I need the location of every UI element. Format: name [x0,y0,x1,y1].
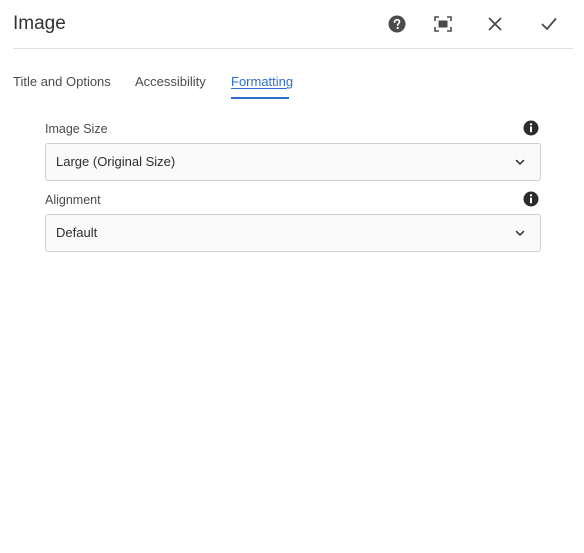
alignment-label: Alignment [45,193,101,207]
alignment-value: Default [56,225,98,240]
close-button[interactable] [483,12,507,36]
dialog-header: Image [13,0,573,49]
help-button[interactable] [385,12,409,36]
fullscreen-icon [434,16,452,32]
close-icon [488,17,502,31]
tab-formatting[interactable]: Formatting [231,74,293,90]
alignment-select[interactable]: Default [45,214,541,252]
dialog-title: Image [13,13,66,34]
done-button[interactable] [537,12,561,36]
fullscreen-button[interactable] [431,12,455,36]
info-icon[interactable] [523,120,539,136]
help-icon [388,15,406,33]
tab-title-and-options[interactable]: Title and Options [13,74,111,90]
checkmark-icon [541,18,557,30]
tab-accessibility[interactable]: Accessibility [135,74,206,90]
image-size-select[interactable]: Large (Original Size) [45,143,541,181]
image-dialog: Image Title and Options Accessibility Fo… [0,0,584,553]
image-size-label: Image Size [45,122,108,136]
tab-list: Title and Options Accessibility Formatti… [13,64,573,100]
tab-selected-indicator [231,97,289,99]
info-icon[interactable] [523,191,539,207]
chevron-down-icon [515,159,525,165]
chevron-down-icon [515,230,525,236]
image-size-value: Large (Original Size) [56,154,176,169]
